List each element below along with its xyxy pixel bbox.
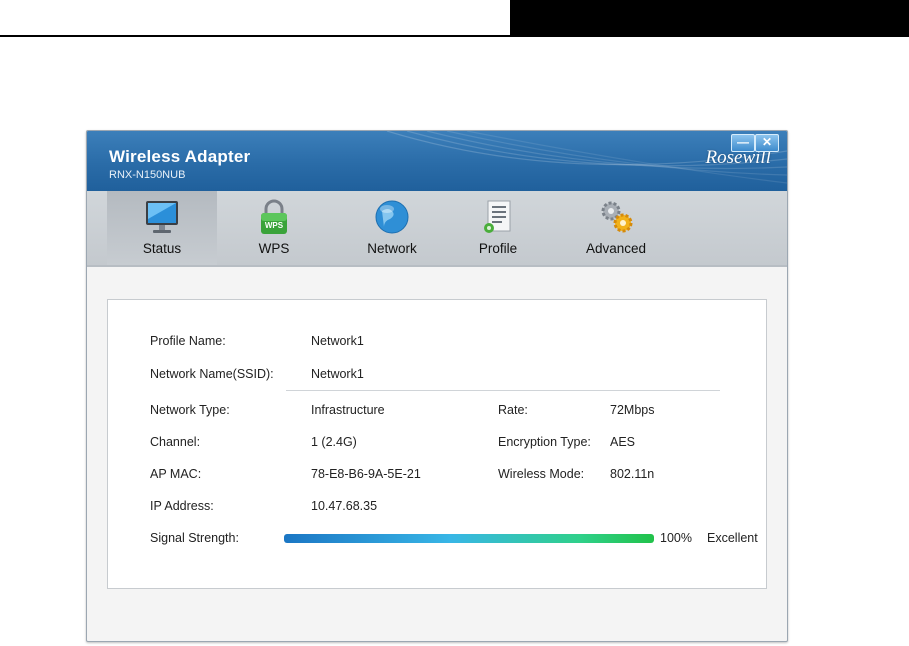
profile-name-label: Profile Name: xyxy=(150,334,226,348)
gears-icon xyxy=(601,201,633,233)
document-header-block xyxy=(510,0,909,37)
tab-network[interactable]: Network xyxy=(337,191,447,265)
toolbar: Status WPS WPS Network Profile Advanced xyxy=(87,191,787,265)
globe-icon xyxy=(375,200,409,234)
signal-strength-label: Signal Strength: xyxy=(150,531,239,545)
network-type-label: Network Type: xyxy=(150,403,230,417)
app-model-subtitle: RNX-N150NUB xyxy=(109,169,186,181)
profile-name-value: Network1 xyxy=(311,334,364,348)
section-divider xyxy=(286,390,720,391)
title-bar[interactable]: Wireless Adapter RNX-N150NUB Rosewill — … xyxy=(87,131,787,191)
tab-status[interactable]: Status xyxy=(107,191,217,265)
toolbar-divider xyxy=(87,265,787,267)
monitor-icon xyxy=(146,201,178,233)
ap-mac-value: 78-E8-B6-9A-5E-21 xyxy=(311,467,421,481)
tab-profile[interactable]: Profile xyxy=(443,191,553,265)
wps-lock-icon: WPS xyxy=(261,199,287,234)
ssid-value: Network1 xyxy=(311,367,364,381)
wireless-mode-label: Wireless Mode: xyxy=(498,467,585,481)
close-button[interactable]: ✕ xyxy=(755,134,779,152)
tab-wps-label: WPS xyxy=(258,241,290,256)
signal-strength-percent: 100% xyxy=(660,531,692,545)
tab-status-label: Status xyxy=(142,241,182,256)
encryption-type-value: AES xyxy=(610,435,636,449)
minimize-button[interactable]: — xyxy=(731,134,755,152)
app-window: Wireless Adapter RNX-N150NUB Rosewill — … xyxy=(86,130,788,642)
document-header-rule xyxy=(0,35,510,37)
ssid-label: Network Name(SSID): xyxy=(150,367,274,381)
status-panel: Profile Name: Network1 Network Name(SSID… xyxy=(107,299,767,589)
channel-label: Channel: xyxy=(150,435,201,449)
app-title: Wireless Adapter xyxy=(109,147,251,166)
tab-advanced[interactable]: Advanced xyxy=(561,191,671,265)
rate-value: 72Mbps xyxy=(610,403,655,417)
tab-advanced-label: Advanced xyxy=(585,241,647,256)
ip-address-value: 10.47.68.35 xyxy=(311,499,378,513)
ip-address-label: IP Address: xyxy=(150,499,214,513)
ap-mac-label: AP MAC: xyxy=(150,467,202,481)
rate-label: Rate: xyxy=(498,403,528,417)
encryption-type-label: Encryption Type: xyxy=(498,435,591,449)
tab-network-label: Network xyxy=(367,241,417,256)
svg-text:WPS: WPS xyxy=(265,221,284,230)
network-type-value: Infrastructure xyxy=(311,403,385,417)
channel-value: 1 (2.4G) xyxy=(311,435,357,449)
tab-profile-label: Profile xyxy=(478,241,518,256)
signal-strength-bar xyxy=(284,534,654,543)
tab-wps[interactable]: WPS WPS xyxy=(219,191,329,265)
profile-document-icon xyxy=(484,200,511,233)
signal-quality-text: Excellent xyxy=(707,531,758,545)
wireless-mode-value: 802.11n xyxy=(610,467,655,481)
